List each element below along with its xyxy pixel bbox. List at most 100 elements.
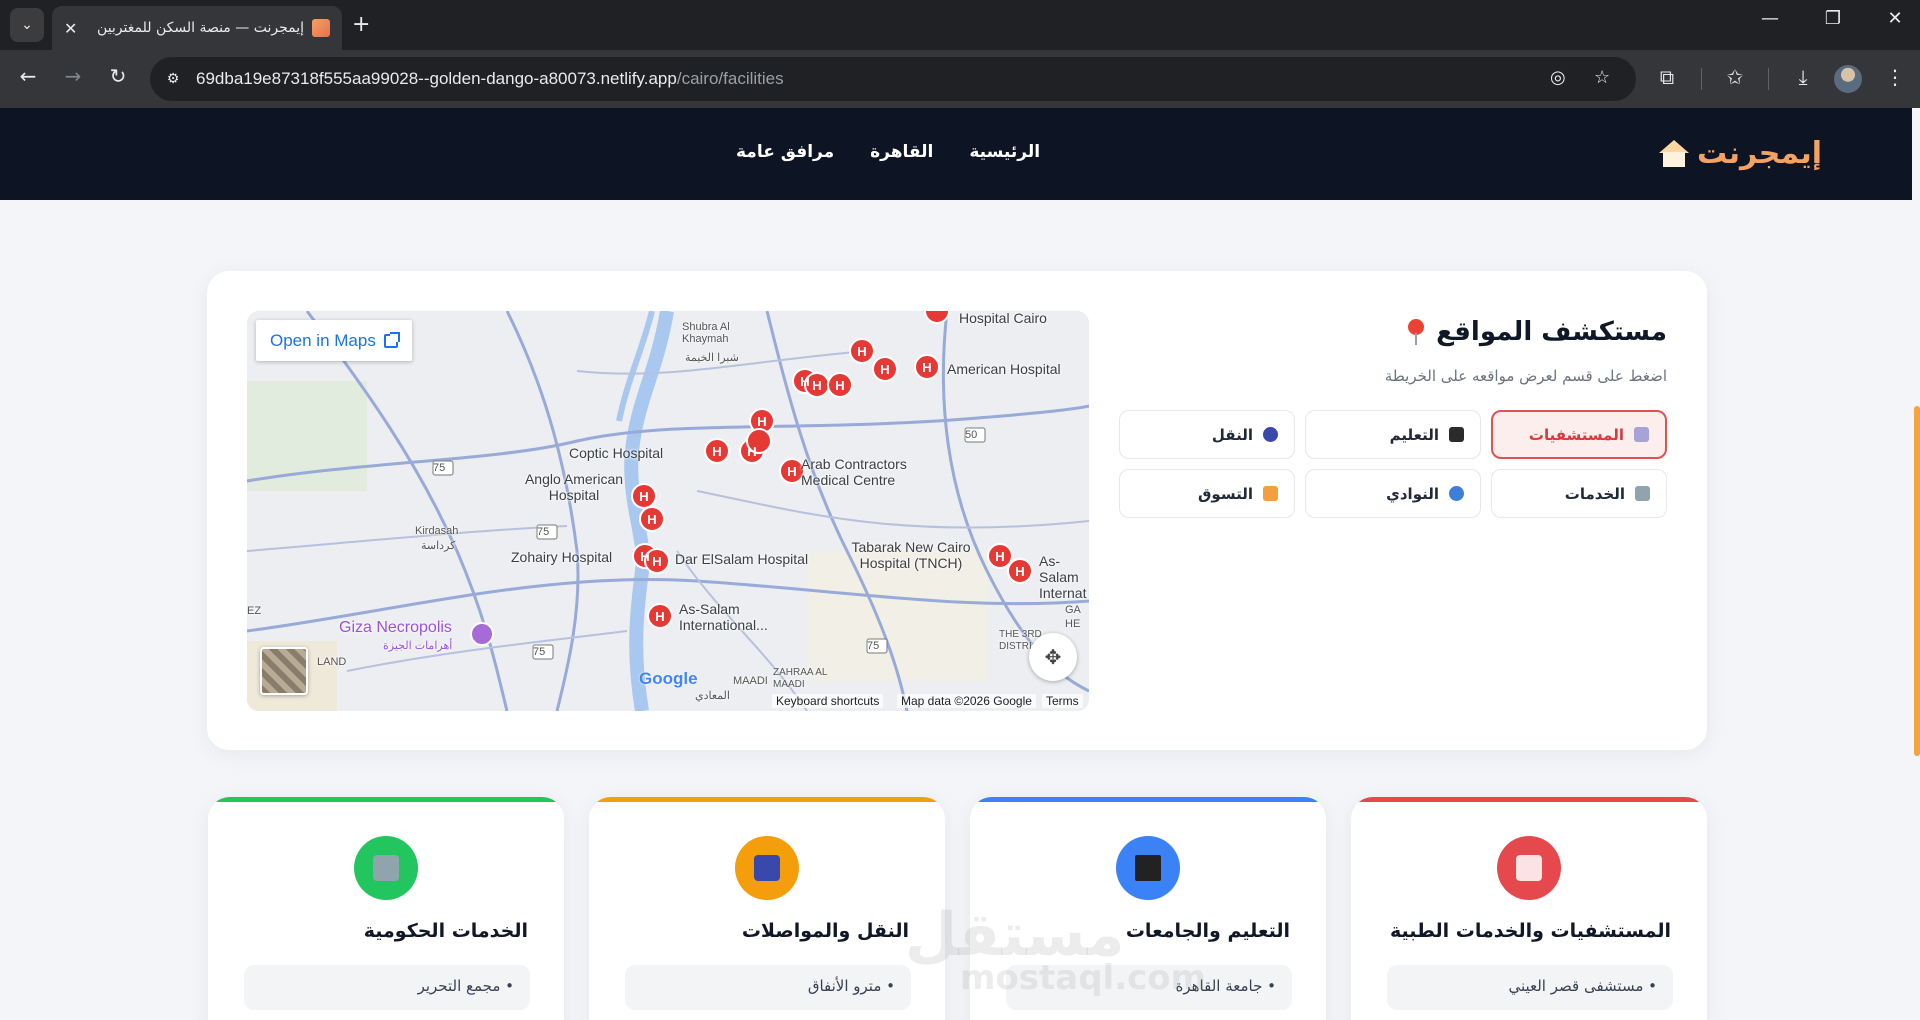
category-label: الخدمات	[1564, 484, 1625, 503]
bookmarks-icon[interactable]: ✩	[1720, 65, 1750, 89]
map-label-giza-ar: أهرامات الجيزة	[383, 640, 453, 652]
new-tab-button[interactable]: +	[352, 12, 370, 38]
category-label: النقل	[1211, 425, 1253, 444]
extensions-icon[interactable]: ⧉	[1652, 65, 1682, 89]
favicon-icon	[312, 19, 330, 37]
hospital-icon	[1634, 427, 1649, 442]
url-text: 69dba19e87318f555aa99028--golden-dango-a…	[196, 69, 784, 89]
explorer-subtitle: اضغط على قسم لعرض مواقعه على الخريطة	[1384, 367, 1667, 385]
card-list-item[interactable]: • مستشفى قصر العيني	[1387, 965, 1673, 1010]
download-icon[interactable]: ⤓	[1788, 65, 1818, 89]
map-label-giza-necropolis: Giza Necropolis	[339, 619, 452, 636]
facility-card-government: الخدمات الحكومية • مجمع التحرير	[208, 797, 564, 1020]
category-shopping[interactable]: التسوق	[1119, 469, 1295, 518]
map-camera-control[interactable]: ✥	[1029, 633, 1077, 681]
page-scrollbar[interactable]	[1912, 108, 1920, 1020]
star-icon[interactable]: ☆	[1594, 67, 1610, 88]
map-label-tabarak: Tabarak New Cairo Hospital (TNCH)	[851, 539, 971, 571]
nav-home[interactable]: الرئيسية	[969, 142, 1040, 162]
graduation-cap-icon	[1449, 427, 1464, 442]
google-logo: Google	[639, 669, 698, 688]
category-label: النوادي	[1386, 484, 1439, 503]
svg-text:H: H	[922, 360, 931, 375]
graduation-cap-icon	[1116, 836, 1180, 900]
open-in-maps-link[interactable]: Open in Maps	[256, 320, 412, 361]
site-header: إيمجرنت الرئيسية القاهرة مرافق عامة	[0, 108, 1912, 200]
svg-text:H: H	[747, 444, 756, 459]
pin-icon	[1406, 319, 1426, 345]
svg-text:H: H	[800, 374, 809, 389]
eye-off-icon[interactable]: ◎	[1550, 67, 1566, 88]
browser-tab-bar: ⌄ إيمجرنت — منصة السكن للمغتربين ✕ + — ❐…	[0, 0, 1920, 50]
hospital-icon	[1497, 836, 1561, 900]
card-accent-bar	[208, 797, 564, 802]
category-label: المستشفيات	[1528, 425, 1624, 444]
avatar[interactable]	[1834, 65, 1862, 93]
card-accent-bar	[589, 797, 945, 802]
card-accent-bar	[970, 797, 1326, 802]
card-title: النقل والمواصلات	[741, 920, 909, 942]
card-list-item[interactable]: • مترو الأنفاق	[625, 965, 911, 1010]
scrollbar-thumb[interactable]	[1914, 406, 1920, 756]
card-title: التعليم والجامعات	[1125, 920, 1290, 942]
category-services[interactable]: الخدمات	[1491, 469, 1667, 518]
map-label-american-hospital: American Hospital	[947, 361, 1061, 377]
close-icon[interactable]: ✕	[64, 19, 77, 38]
map-attribution: Keyboard shortcuts Map data ©2026 Google…	[247, 691, 1089, 711]
category-grid: المستشفيات التعليم النقل الخدمات النوادي…	[1119, 410, 1667, 518]
map-label-arab-contractors: Arab Contractors Medical Centre	[801, 456, 907, 488]
svg-text:H: H	[787, 464, 796, 479]
category-transport[interactable]: النقل	[1119, 410, 1295, 459]
facility-card-transport: النقل والمواصلات • مترو الأنفاق	[589, 797, 945, 1020]
map-road-75: 75	[867, 640, 880, 652]
card-list-item[interactable]: • مجمع التحرير	[244, 965, 530, 1010]
location-explorer: مستكشف المواقع اضغط على قسم لعرض مواقعه …	[207, 271, 1707, 750]
metro-icon	[735, 836, 799, 900]
menu-icon[interactable]: ⋮	[1880, 65, 1910, 89]
map-road-50: 50	[965, 429, 978, 441]
category-hospitals[interactable]: المستشفيات	[1491, 410, 1667, 459]
shopping-bag-icon	[1263, 486, 1278, 501]
svg-text:H: H	[647, 512, 656, 527]
tab-search-button[interactable]: ⌄	[10, 8, 44, 42]
map-label-zohairy: Zohairy Hospital	[511, 549, 613, 565]
back-icon[interactable]: ←	[13, 64, 43, 88]
nav-cairo[interactable]: القاهرة	[870, 142, 933, 162]
explorer-title-text: مستكشف المواقع	[1436, 317, 1667, 347]
metro-icon	[1263, 427, 1278, 442]
map-label-edge-land: LAND	[317, 656, 347, 668]
move-arrows-icon: ✥	[1044, 645, 1062, 669]
map-embed[interactable]: HHH HHH HHH HHH HHH HH 75 75 50 75 75 Sh…	[247, 311, 1089, 711]
svg-text:H: H	[652, 554, 661, 569]
map-label-zahraa-maadi: ZAHRAA AL MAADI	[773, 667, 828, 690]
map-label-shubra: Shubra Al Khaymah	[682, 321, 730, 345]
svg-text:H: H	[857, 344, 866, 359]
map-label-edge-ez: EZ	[247, 605, 262, 617]
url-path: /cairo/facilities	[676, 69, 784, 88]
site-info-icon[interactable]: ⚙	[158, 64, 188, 94]
address-bar[interactable]: ⚙ 69dba19e87318f555aa99028--golden-dango…	[150, 57, 1636, 101]
browser-tab[interactable]: إيمجرنت — منصة السكن للمغتربين ✕	[52, 6, 342, 50]
svg-text:H: H	[995, 549, 1004, 564]
terms-link[interactable]: Terms	[1042, 694, 1083, 708]
keyboard-shortcuts-link[interactable]: Keyboard shortcuts	[772, 694, 884, 708]
category-education[interactable]: التعليم	[1305, 410, 1481, 459]
explorer-title: مستكشف المواقع	[1406, 317, 1667, 347]
svg-text:H: H	[640, 549, 649, 564]
map-label-coptic-hospital: Coptic Hospital	[569, 445, 664, 461]
map-label-as-salam-intl: As-Salam International...	[679, 601, 768, 633]
window-close-icon[interactable]: ✕	[1875, 8, 1915, 29]
facility-card-hospitals: المستشفيات والخدمات الطبية • مستشفى قصر …	[1351, 797, 1707, 1020]
reload-icon[interactable]: ↻	[103, 64, 133, 88]
site-logo[interactable]: إيمجرنت	[1659, 136, 1822, 171]
svg-text:H: H	[639, 489, 648, 504]
satellite-toggle[interactable]	[260, 647, 308, 695]
house-icon	[1659, 139, 1690, 168]
restore-icon[interactable]: ❐	[1813, 8, 1853, 29]
chevron-down-icon: ⌄	[21, 17, 33, 33]
category-clubs[interactable]: النوادي	[1305, 469, 1481, 518]
nav-facilities[interactable]: مرافق عامة	[736, 142, 834, 162]
map-label-anglo-american: Anglo American Hospital	[524, 471, 624, 503]
forward-icon[interactable]: →	[58, 64, 88, 88]
minimize-icon[interactable]: —	[1750, 8, 1790, 29]
